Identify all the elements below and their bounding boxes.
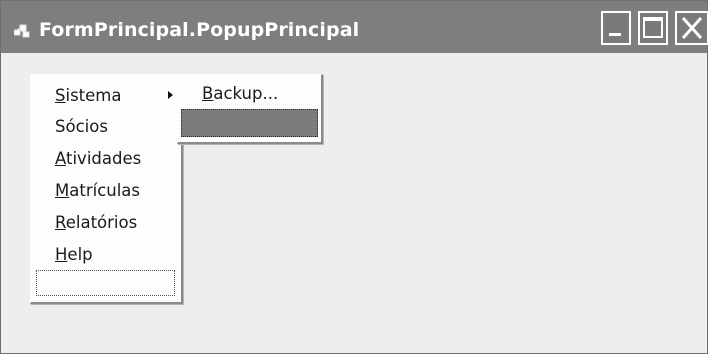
window-title: FormPrincipal.PopupPrincipal xyxy=(39,19,360,41)
menu-item-relatorios[interactable]: Relatórios xyxy=(31,207,181,238)
maximize-icon xyxy=(643,17,663,38)
menu-item-socios[interactable]: Sócios xyxy=(31,111,181,142)
menu-item-label: Sócios xyxy=(55,117,108,136)
menu-item-label: Help xyxy=(55,245,93,264)
menu-item-atividades[interactable]: Atividades xyxy=(31,143,181,174)
menu-item-label: Atividades xyxy=(55,149,142,168)
submenu-sistema: Backup... xyxy=(177,74,323,144)
submenu-item-highlighted[interactable] xyxy=(181,109,318,137)
menu-item-label: Sistema xyxy=(55,86,122,105)
menu-item-label: Matrículas xyxy=(55,181,141,200)
menu-item-label: Relatórios xyxy=(55,213,138,232)
menu-item-sistema[interactable]: Sistema xyxy=(31,80,181,111)
menu-item-matriculas[interactable]: Matrículas xyxy=(31,175,181,206)
title-bar[interactable]: FormPrincipal.PopupPrincipal xyxy=(1,1,709,53)
popup-menu: Sistema Sócios Atividades Matrículas Rel… xyxy=(30,74,183,304)
app-icon xyxy=(14,24,30,38)
minimize-button[interactable] xyxy=(601,11,631,45)
maximize-button[interactable] xyxy=(638,11,668,45)
menu-item-empty[interactable] xyxy=(36,270,175,296)
close-button[interactable] xyxy=(675,11,709,45)
close-icon xyxy=(681,16,703,40)
menu-item-label: Backup... xyxy=(202,84,279,103)
submenu-arrow-icon xyxy=(168,91,173,99)
menu-item-backup[interactable]: Backup... xyxy=(178,79,321,109)
minimize-icon xyxy=(609,33,621,36)
menu-item-help[interactable]: Help xyxy=(31,239,181,270)
